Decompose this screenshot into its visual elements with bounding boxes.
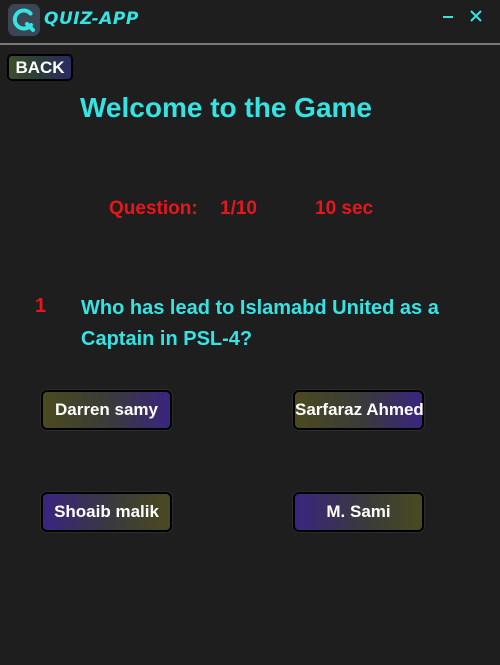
close-icon[interactable] [466, 6, 486, 26]
minimize-icon[interactable] [438, 6, 458, 26]
back-button[interactable]: BACK [7, 54, 73, 81]
question-label: Question: [109, 198, 198, 219]
question-text: Who has lead to Islamabd United as a Cap… [81, 297, 439, 350]
answer-option-1-button[interactable]: Darren samy [41, 390, 172, 430]
title-bar: QUIZ-APP [0, 0, 500, 44]
question-number: 1 [35, 295, 47, 317]
app-title: QUIZ-APP [44, 9, 139, 29]
answer-option-2-button[interactable]: Sarfaraz Ahmed [293, 390, 424, 430]
title-divider [0, 43, 500, 45]
answer-option-4-button[interactable]: M. Sami [293, 492, 424, 532]
question-counter: 1/10 [220, 198, 257, 219]
answer-option-3-button[interactable]: Shoaib malik [41, 492, 172, 532]
countdown-timer: 10 sec [315, 198, 374, 219]
page-title: Welcome to the Game [80, 92, 373, 123]
app-logo-icon [8, 4, 40, 36]
